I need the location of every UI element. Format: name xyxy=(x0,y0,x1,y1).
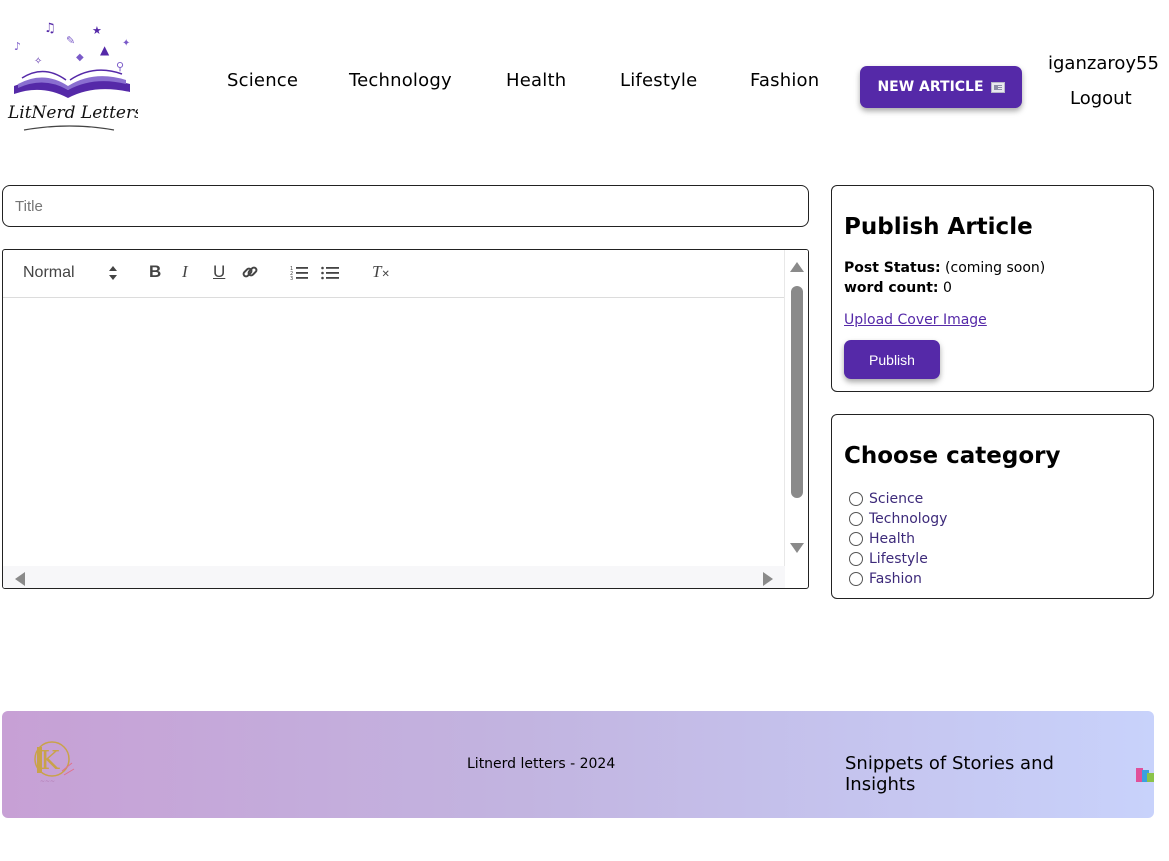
nav-science[interactable]: Science xyxy=(227,70,298,91)
nav-health[interactable]: Health xyxy=(506,70,566,91)
scroll-left-icon[interactable] xyxy=(15,572,25,586)
scroll-up-icon[interactable] xyxy=(790,262,804,272)
horizontal-scrollbar[interactable] xyxy=(3,566,785,588)
radio-lifestyle[interactable] xyxy=(849,552,863,566)
scroll-right-icon[interactable] xyxy=(763,572,773,586)
post-status-value: (coming soon) xyxy=(945,260,1046,276)
word-count: word count: 0 xyxy=(844,280,952,296)
bullet-list-icon xyxy=(321,266,339,280)
link-icon xyxy=(242,266,258,278)
svg-text:♫: ♫ xyxy=(44,21,56,36)
category-option-technology[interactable]: Technology xyxy=(849,511,947,527)
category-option-fashion[interactable]: Fashion xyxy=(849,571,922,587)
newspaper-icon xyxy=(990,81,1005,93)
link-button[interactable] xyxy=(241,263,259,281)
underline-button[interactable]: U xyxy=(213,262,225,282)
clear-format-button[interactable]: T✕ xyxy=(372,262,390,282)
svg-text:♪: ♪ xyxy=(14,40,21,53)
nav-lifestyle[interactable]: Lifestyle xyxy=(620,70,697,91)
footer-logo: K ~~~ xyxy=(30,735,80,787)
new-article-label: NEW ARTICLE xyxy=(877,79,984,95)
new-article-button[interactable]: NEW ARTICLE xyxy=(860,66,1022,108)
logout-link[interactable]: Logout xyxy=(1070,88,1132,109)
svg-text:LitNerd Letters: LitNerd Letters xyxy=(7,103,138,123)
editor-toolbar: Normal B I U 1 2 3 T✕ xyxy=(3,250,785,298)
upload-cover-link[interactable]: Upload Cover Image xyxy=(844,312,987,328)
svg-text:✎: ✎ xyxy=(66,34,75,47)
scroll-thumb[interactable] xyxy=(791,286,803,498)
radio-technology[interactable] xyxy=(849,512,863,526)
radio-fashion[interactable] xyxy=(849,572,863,586)
footer-tagline-text: Snippets of Stories and Insights xyxy=(845,753,1054,795)
ordered-list-button[interactable]: 1 2 3 xyxy=(290,265,308,282)
svg-text:✦: ✦ xyxy=(122,38,130,49)
format-select[interactable]: Normal xyxy=(23,264,119,282)
books-icon xyxy=(1136,766,1155,782)
footer: K ~~~ Litnerd letters - 2024 Snippets of… xyxy=(2,711,1155,818)
italic-button[interactable]: I xyxy=(182,262,188,282)
format-select-value: Normal xyxy=(23,264,75,281)
publish-button[interactable]: Publish xyxy=(844,340,940,379)
rich-text-editor: Normal B I U 1 2 3 T✕ xyxy=(2,249,809,589)
category-label: Fashion xyxy=(869,571,922,587)
select-arrows-icon xyxy=(109,266,117,280)
category-option-health[interactable]: Health xyxy=(849,531,915,547)
site-logo[interactable]: ♫ ★ ✎ ♪ ▲ ◆ ⚲ ✧ ✦ LitNerd Letters xyxy=(4,14,143,136)
svg-text:K: K xyxy=(40,746,60,776)
category-heading: Choose category xyxy=(844,443,1061,469)
ordered-list-icon: 1 2 3 xyxy=(290,266,308,282)
bold-button[interactable]: B xyxy=(149,262,161,282)
footer-tagline: Snippets of Stories and Insights xyxy=(845,753,1155,795)
word-count-value: 0 xyxy=(942,280,952,296)
svg-text:⚲: ⚲ xyxy=(116,60,124,73)
nav-fashion[interactable]: Fashion xyxy=(750,70,819,91)
post-status: Post Status: (coming soon) xyxy=(844,260,1045,276)
category-option-science[interactable]: Science xyxy=(849,491,923,507)
username: iganzaroy55 xyxy=(1048,53,1159,74)
scroll-down-icon[interactable] xyxy=(790,543,804,553)
post-status-label: Post Status: xyxy=(844,260,941,276)
footer-copyright: Litnerd letters - 2024 xyxy=(467,756,616,772)
vertical-scrollbar[interactable] xyxy=(784,250,808,566)
category-panel: Choose category Science Technology Healt… xyxy=(831,414,1154,599)
category-label: Lifestyle xyxy=(869,551,928,567)
svg-text:~~~: ~~~ xyxy=(40,778,55,785)
nav-technology[interactable]: Technology xyxy=(349,70,452,91)
svg-text:▲: ▲ xyxy=(100,43,110,57)
category-label: Technology xyxy=(869,511,948,527)
editor-content[interactable] xyxy=(3,298,785,566)
category-option-lifestyle[interactable]: Lifestyle xyxy=(849,551,928,567)
publish-heading: Publish Article xyxy=(844,214,1033,240)
publish-panel: Publish Article Post Status: (coming soo… xyxy=(831,185,1154,392)
svg-text:3: 3 xyxy=(290,276,293,281)
category-label: Health xyxy=(869,531,915,547)
radio-science[interactable] xyxy=(849,492,863,506)
svg-text:◆: ◆ xyxy=(76,52,84,63)
radio-health[interactable] xyxy=(849,532,863,546)
svg-text:✧: ✧ xyxy=(34,56,42,67)
title-input[interactable] xyxy=(2,185,809,227)
category-label: Science xyxy=(869,491,924,507)
svg-text:★: ★ xyxy=(92,24,102,37)
bullet-list-button[interactable] xyxy=(321,265,339,281)
word-count-label: word count: xyxy=(844,280,939,296)
